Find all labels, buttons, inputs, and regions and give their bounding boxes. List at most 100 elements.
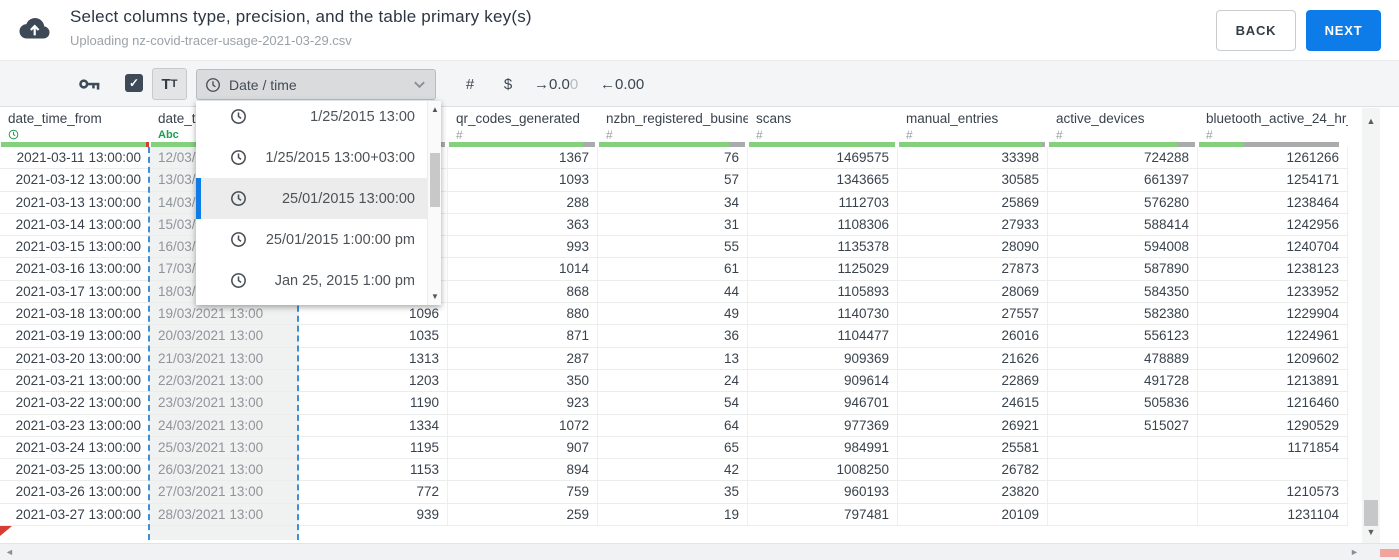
horizontal-scrollbar[interactable]: ◄ ► [0, 543, 1399, 560]
cell: 1254171 [1198, 169, 1348, 191]
clock-icon [230, 108, 247, 125]
cell: 1108306 [748, 213, 898, 236]
scrollbar-corner [1380, 549, 1399, 557]
cell: 30585 [898, 169, 1048, 191]
column-header-nzbn_registered_busine[interactable]: nzbn_registered_busine # [598, 108, 748, 147]
numeric-type-button[interactable]: # [460, 61, 480, 107]
date-format-select-value: Date / time [229, 76, 297, 93]
cell: 2021-03-16 13:00:00 [0, 258, 150, 280]
cell: 76 [598, 147, 748, 169]
cell: 2021-03-27 13:00:00 [0, 503, 150, 526]
cell: 960193 [748, 481, 898, 503]
uploading-filename: Uploading nz-covid-tracer-usage-2021-03-… [70, 33, 352, 48]
cell: 2021-03-14 13:00:00 [0, 213, 150, 236]
cell: 54 [598, 392, 748, 414]
date-format-option[interactable]: 25/01/2015 1:00:00 pm [196, 219, 427, 260]
back-button[interactable]: BACK [1216, 10, 1296, 51]
column-header-bluetooth_active_24_hr_[interactable]: bluetooth_active_24_hr_ # [1198, 108, 1348, 147]
date-format-option[interactable]: 25/01/2015 13:00:00 [196, 178, 427, 219]
date-format-option[interactable]: 1/25/2015 13:00 [196, 101, 427, 137]
cell: 797481 [748, 503, 898, 526]
cell: 909614 [748, 369, 898, 392]
clock-icon [230, 149, 247, 166]
cell: 923 [448, 392, 598, 414]
increase-decimals-button[interactable]: → 0.0 0 [534, 61, 578, 107]
scroll-right-icon[interactable]: ► [1350, 547, 1359, 557]
date-format-option-label: 25/01/2015 13:00:00 [281, 190, 415, 207]
cell: 2021-03-20 13:00:00 [0, 347, 150, 369]
cell: 2021-03-26 13:00:00 [0, 481, 150, 503]
cell: 1213891 [1198, 369, 1348, 392]
column-header-scans[interactable]: scans # [748, 108, 898, 147]
cell: 759 [448, 481, 598, 503]
cell: 2021-03-22 13:00:00 [0, 392, 150, 414]
text-type-button[interactable]: TT [152, 68, 187, 100]
cell: 1093 [448, 169, 598, 191]
vertical-scrollbar[interactable]: ▲ ▼ [1362, 108, 1380, 543]
cell: 2021-03-23 13:00:00 [0, 414, 150, 436]
column-type-badge: # [456, 127, 463, 142]
cell: 1112703 [748, 191, 898, 213]
cell: 350 [448, 369, 598, 392]
primary-key-icon[interactable] [78, 73, 102, 95]
cell [1198, 459, 1348, 481]
cell: 868 [448, 280, 598, 303]
currency-type-button[interactable]: $ [498, 61, 518, 107]
cell: 2021-03-13 13:00:00 [0, 191, 150, 213]
column-header-qr_codes_generated[interactable]: qr_codes_generated # [448, 108, 598, 147]
cell: 27/03/2021 13:00 [150, 481, 299, 503]
cell: 33398 [898, 147, 1048, 169]
cell: 1014 [448, 258, 598, 280]
right-arrow-icon: → [534, 75, 549, 93]
include-column-checkbox[interactable]: ✓ [125, 74, 143, 92]
vertical-scrollbar-thumb[interactable] [1364, 500, 1378, 526]
cell: 772 [299, 481, 448, 503]
format-menu-list: 1/25/2015 13:00 1/25/2015 13:00+03:00 25/0… [196, 101, 427, 301]
table-row: 2021-03-25 13:00:00 26/03/2021 13:00 1153 8… [0, 459, 1348, 482]
dropdown-scrollbar[interactable]: ▲ ▼ [427, 101, 441, 305]
cell: 1153 [299, 459, 448, 481]
cell: 1238123 [1198, 258, 1348, 280]
left-arrow-icon: ← [600, 75, 615, 93]
column-header-date_time_from[interactable]: date_time_from [0, 108, 150, 147]
cell: 1242956 [1198, 213, 1348, 236]
cell: 28/03/2021 13:00 [150, 503, 299, 526]
cell: 1096 [299, 303, 448, 325]
cell: 19/03/2021 13:00 [150, 303, 299, 325]
cell: 1313 [299, 347, 448, 369]
scroll-left-icon[interactable]: ◄ [5, 547, 14, 557]
column-type-badge: Abc [158, 128, 179, 141]
date-format-option-label: 1/25/2015 13:00 [310, 108, 415, 125]
scroll-down-icon[interactable]: ▼ [428, 292, 441, 301]
date-format-option[interactable]: Jan 25, 2015 1:00 pm [196, 260, 427, 301]
cell: 1261266 [1198, 147, 1348, 169]
date-format-option-label: 25/01/2015 1:00:00 pm [265, 231, 415, 248]
date-format-select[interactable]: Date / time [196, 69, 436, 100]
cell: 2021-03-18 13:00:00 [0, 303, 150, 325]
cell: 1035 [299, 325, 448, 347]
scroll-up-icon[interactable]: ▲ [1362, 116, 1380, 126]
cell: 2021-03-19 13:00:00 [0, 325, 150, 347]
column-header-manual_entries[interactable]: manual_entries # [898, 108, 1048, 147]
cell: 1171854 [1198, 436, 1348, 459]
cell: 20109 [898, 503, 1048, 526]
scroll-up-icon[interactable]: ▲ [428, 105, 441, 114]
date-format-option[interactable]: 1/25/2015 13:00+03:00 [196, 137, 427, 178]
cell: 35 [598, 481, 748, 503]
next-button[interactable]: NEXT [1306, 10, 1381, 51]
column-type-badge: # [1056, 127, 1063, 142]
clock-icon [230, 231, 247, 248]
cell: 55 [598, 236, 748, 258]
column-header-label: qr_codes_generated [456, 111, 580, 126]
cell [1048, 436, 1198, 459]
decrease-decimals-button[interactable]: ← 0.00 [600, 61, 644, 107]
date-format-option-label: 1/25/2015 13:00+03:00 [265, 149, 415, 166]
cell: 23820 [898, 481, 1048, 503]
cell: 22869 [898, 369, 1048, 392]
column-header-active_devices[interactable]: active_devices # [1048, 108, 1198, 147]
cell: 1290529 [1198, 414, 1348, 436]
cell: 1195 [299, 436, 448, 459]
table-row: 2021-03-26 13:00:00 27/03/2021 13:00 772 75… [0, 481, 1348, 504]
dropdown-scrollbar-thumb[interactable] [430, 153, 440, 207]
scroll-down-icon[interactable]: ▼ [1362, 527, 1380, 537]
